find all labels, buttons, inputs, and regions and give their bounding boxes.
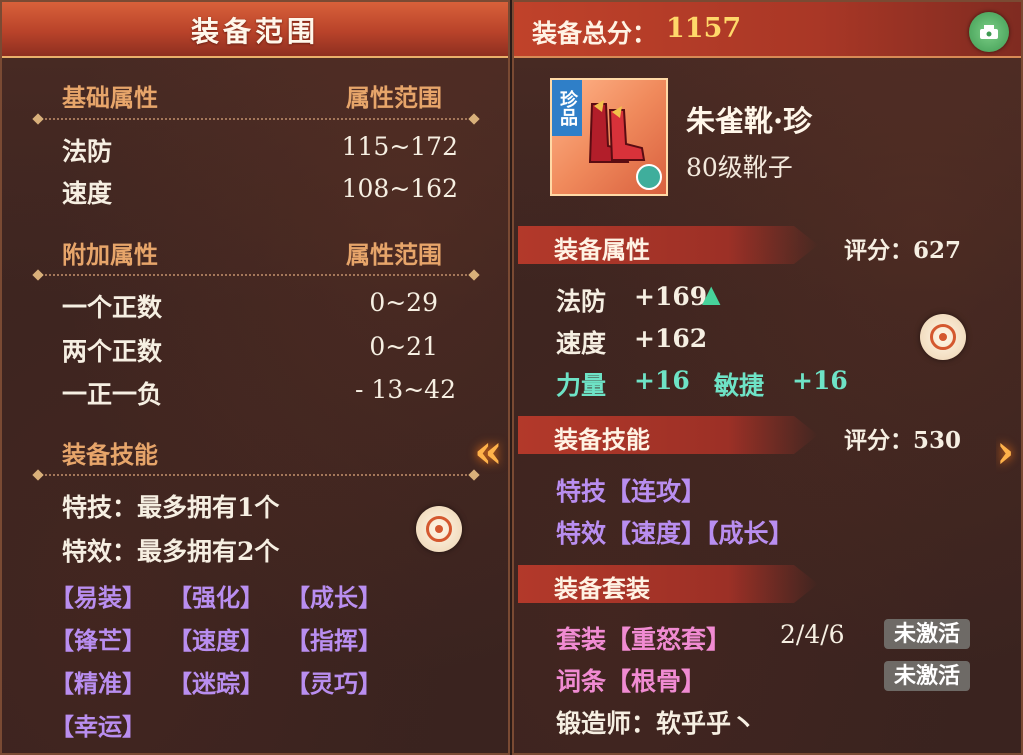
stat-range: 0~29: [369, 288, 438, 317]
attr-name: 法防: [556, 287, 607, 316]
equipment-detail-panel: 装备总分： 1157 珍品 朱雀靴·珍 80级靴子 装备属性 评分：627 法防…: [512, 0, 1023, 755]
bonus-attr-name: 力量: [556, 371, 607, 400]
item-name: 朱雀靴·珍: [686, 104, 813, 138]
stat-name: 一个正数: [62, 293, 163, 322]
base-attr-header: 基础属性: [62, 83, 158, 112]
share-icon: [980, 25, 998, 39]
effect-tag[interactable]: 【迷踪】: [168, 664, 264, 699]
effect-tag[interactable]: 【指挥】: [286, 621, 382, 656]
bound-mark-icon: [636, 164, 662, 190]
set-status-badge: 未激活: [884, 619, 970, 649]
effect-tag[interactable]: 【强化】: [168, 578, 264, 613]
boots-icon: [588, 100, 646, 163]
item-icon[interactable]: 珍品: [550, 78, 668, 196]
bonus-attr-value: +16: [634, 366, 690, 395]
attr-value: +169: [634, 282, 708, 311]
divider: [38, 474, 474, 476]
attr-section-title: 装备属性: [554, 235, 650, 264]
forger-name: 锻造师：软乎乎丶: [556, 709, 757, 738]
total-score-value: 1157: [666, 13, 742, 44]
base-range-header: 属性范围: [346, 83, 442, 112]
stat-range: 115~172: [341, 132, 458, 161]
attr-score: 评分：627: [844, 237, 962, 264]
stat-name: 一正一负: [62, 380, 163, 409]
preview-eye-button[interactable]: [416, 506, 462, 552]
stat-range: 108~162: [341, 174, 458, 203]
set-name[interactable]: 套装【重怒套】: [556, 620, 731, 656]
skill-line: 特技：最多拥有1个: [62, 493, 280, 522]
stat-range: 0~21: [369, 332, 438, 361]
skill-line: 特效：最多拥有2个: [62, 537, 280, 566]
divider: [38, 118, 474, 120]
extra-attr-header: 附加属性: [62, 240, 158, 269]
stat-range: - 13~42: [355, 375, 456, 404]
eye-icon: [426, 516, 452, 542]
next-arrow-icon[interactable]: ›: [996, 424, 1021, 504]
total-score-bar: 装备总分： 1157: [514, 2, 1021, 58]
effect-tag[interactable]: 【精准】: [50, 664, 146, 699]
attr-name: 速度: [556, 329, 607, 358]
divider: [38, 274, 474, 276]
extra-range-header: 属性范围: [346, 240, 442, 269]
special-skill[interactable]: 特技【连攻】: [556, 472, 706, 508]
stat-name: 速度: [62, 179, 113, 208]
equipment-range-panel: 装备范围 基础属性 属性范围 法防 115~172 速度 108~162 附加属…: [0, 0, 510, 755]
prev-arrow-icon[interactable]: «: [474, 424, 514, 504]
stat-name: 法防: [62, 137, 113, 166]
set-section-title: 装备套装: [554, 574, 650, 603]
set-progress: 2/4/6: [780, 620, 845, 649]
skill-section-title: 装备技能: [554, 425, 650, 454]
stat-name: 两个正数: [62, 337, 163, 366]
effect-tag[interactable]: 【易装】: [50, 578, 146, 613]
panel-title: 装备范围: [190, 15, 319, 48]
increase-arrow-icon: ▲: [702, 280, 721, 308]
item-level: 80级靴子: [686, 153, 793, 182]
attr-value: +162: [634, 324, 708, 353]
share-button[interactable]: [969, 12, 1009, 52]
entry-status-badge: 未激活: [884, 661, 970, 691]
effect-tag[interactable]: 【锋芒】: [50, 621, 146, 656]
effect-tag[interactable]: 【幸运】: [50, 707, 146, 742]
left-title-bar: 装备范围: [2, 2, 508, 58]
effect-tag[interactable]: 【速度】: [168, 621, 264, 656]
effect-tag[interactable]: 【成长】: [286, 578, 382, 613]
skill-header: 装备技能: [62, 440, 158, 469]
entry-name[interactable]: 词条【根骨】: [556, 662, 706, 698]
skill-score: 评分：530: [844, 427, 962, 454]
special-effect[interactable]: 特效【速度】【成长】: [556, 514, 794, 550]
total-score-label: 装备总分：: [532, 19, 658, 48]
bonus-attr-value: +16: [792, 366, 848, 395]
bonus-attr-name: 敏捷: [714, 371, 765, 400]
preview-eye-button[interactable]: [920, 314, 966, 360]
eye-icon: [930, 324, 956, 350]
effect-tag[interactable]: 【灵巧】: [286, 664, 382, 699]
